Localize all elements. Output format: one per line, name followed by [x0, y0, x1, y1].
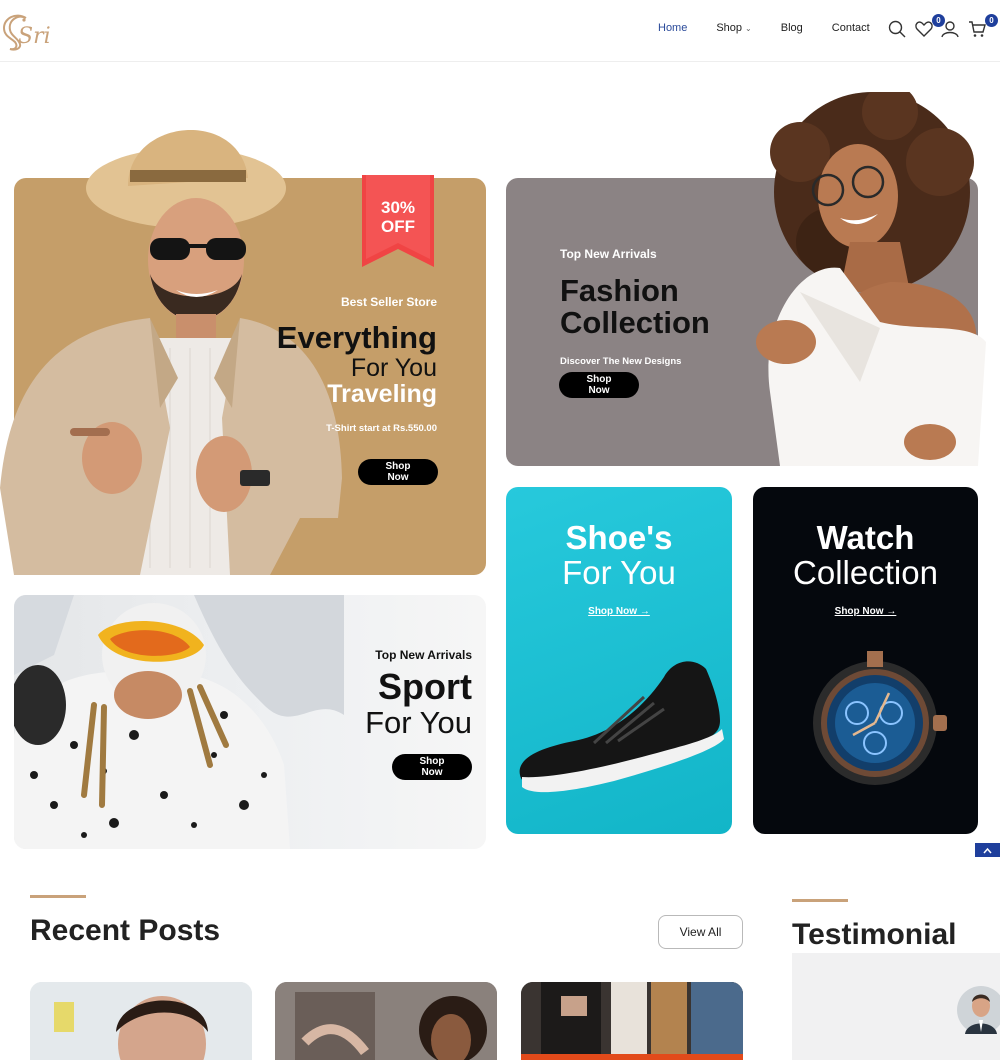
- traveling-title-bold2: Traveling: [327, 380, 437, 408]
- fashion-kicker: Top New Arrivals: [560, 247, 657, 261]
- fashion-subtitle: Discover The New Designs: [560, 356, 682, 367]
- wishlist-button[interactable]: 0: [915, 14, 945, 42]
- account-button[interactable]: [941, 20, 963, 42]
- chevron-up-icon: [983, 847, 992, 854]
- fashion-model-illustration: [756, 92, 986, 466]
- traveling-shop-now-button[interactable]: Shop Now: [358, 459, 438, 485]
- traveling-price-text: T-Shirt start at Rs.550.00: [326, 423, 437, 434]
- cart-button[interactable]: 0: [968, 14, 998, 42]
- search-icon[interactable]: [888, 20, 910, 42]
- testimonial-title: Testimonial: [792, 918, 957, 951]
- skier-illustration: [14, 595, 344, 849]
- traveling-title-bold: Everything: [276, 320, 437, 355]
- sport-kicker: Top New Arrivals: [375, 648, 472, 662]
- sport-title-thin: For You: [365, 705, 472, 740]
- shoes-banner[interactable]: Shoe's For You Shop Now →: [506, 487, 732, 834]
- post-card[interactable]: [30, 982, 252, 1060]
- scroll-to-top-button[interactable]: [975, 843, 1000, 857]
- sport-shop-now-button[interactable]: Shop Now: [392, 754, 472, 780]
- post-card[interactable]: [521, 982, 743, 1060]
- nav-home-label: Home: [658, 22, 688, 34]
- nav-home[interactable]: Home: [658, 22, 687, 34]
- site-logo[interactable]: Sri: [0, 8, 80, 54]
- main-nav: Home Shop ⌄ Blog Contact: [658, 22, 899, 34]
- fashion-title-line1: Fashion: [560, 273, 679, 308]
- fashion-title-line2: Collection: [560, 305, 710, 340]
- cart-icon: [969, 21, 986, 37]
- shoes-title-thin: For You: [562, 554, 676, 591]
- nav-blog[interactable]: Blog: [781, 22, 803, 34]
- watch-banner[interactable]: Watch Collection Shop Now →: [753, 487, 978, 834]
- nav-contact-label: Contact: [831, 22, 870, 34]
- post-thumbnail-image: [521, 982, 743, 1060]
- cart-count-badge: 0: [985, 14, 998, 27]
- recent-posts-accent-bar: [30, 895, 86, 898]
- testimonial-accent-bar: [792, 899, 848, 902]
- post-thumbnail-image: [30, 982, 252, 1060]
- nav-blog-label: Blog: [780, 22, 803, 34]
- view-all-posts-button[interactable]: View All: [658, 915, 743, 949]
- post-thumbnail-image: [275, 982, 497, 1060]
- recent-posts-title: Recent Posts: [30, 914, 221, 947]
- watch-title-bold: Watch: [816, 519, 915, 556]
- nav-contact[interactable]: Contact: [832, 22, 870, 34]
- user-icon: [941, 21, 959, 38]
- sport-title-bold: Sport: [378, 666, 472, 707]
- nav-shop[interactable]: Shop ⌄: [716, 22, 751, 34]
- sneaker-illustration: [519, 661, 724, 793]
- testimonial-card: [792, 953, 1000, 1060]
- chevron-down-icon: ⌄: [745, 23, 752, 33]
- traveling-title-thin: For You: [350, 354, 437, 382]
- fashion-shop-now-button[interactable]: Shop Now: [559, 372, 639, 398]
- traveling-kicker: Best Seller Store: [340, 295, 437, 309]
- post-card[interactable]: [275, 982, 497, 1060]
- shoes-title-bold: Shoe's: [565, 519, 673, 556]
- shoes-shop-now-link[interactable]: Shop Now →: [506, 606, 732, 617]
- discount-label: 30% OFF: [380, 198, 416, 236]
- heart-icon: [915, 21, 933, 37]
- watch-shop-now-link[interactable]: Shop Now →: [753, 606, 978, 617]
- watch-illustration: [813, 651, 947, 785]
- site-header: Sri Home Shop ⌄ Blog Contact 0 0: [0, 0, 1000, 62]
- nav-shop-label: Shop: [716, 22, 743, 34]
- testimonial-avatar: [957, 986, 1000, 1034]
- watch-title-thin: Collection: [793, 554, 938, 591]
- logo-text: Sri: [18, 24, 51, 49]
